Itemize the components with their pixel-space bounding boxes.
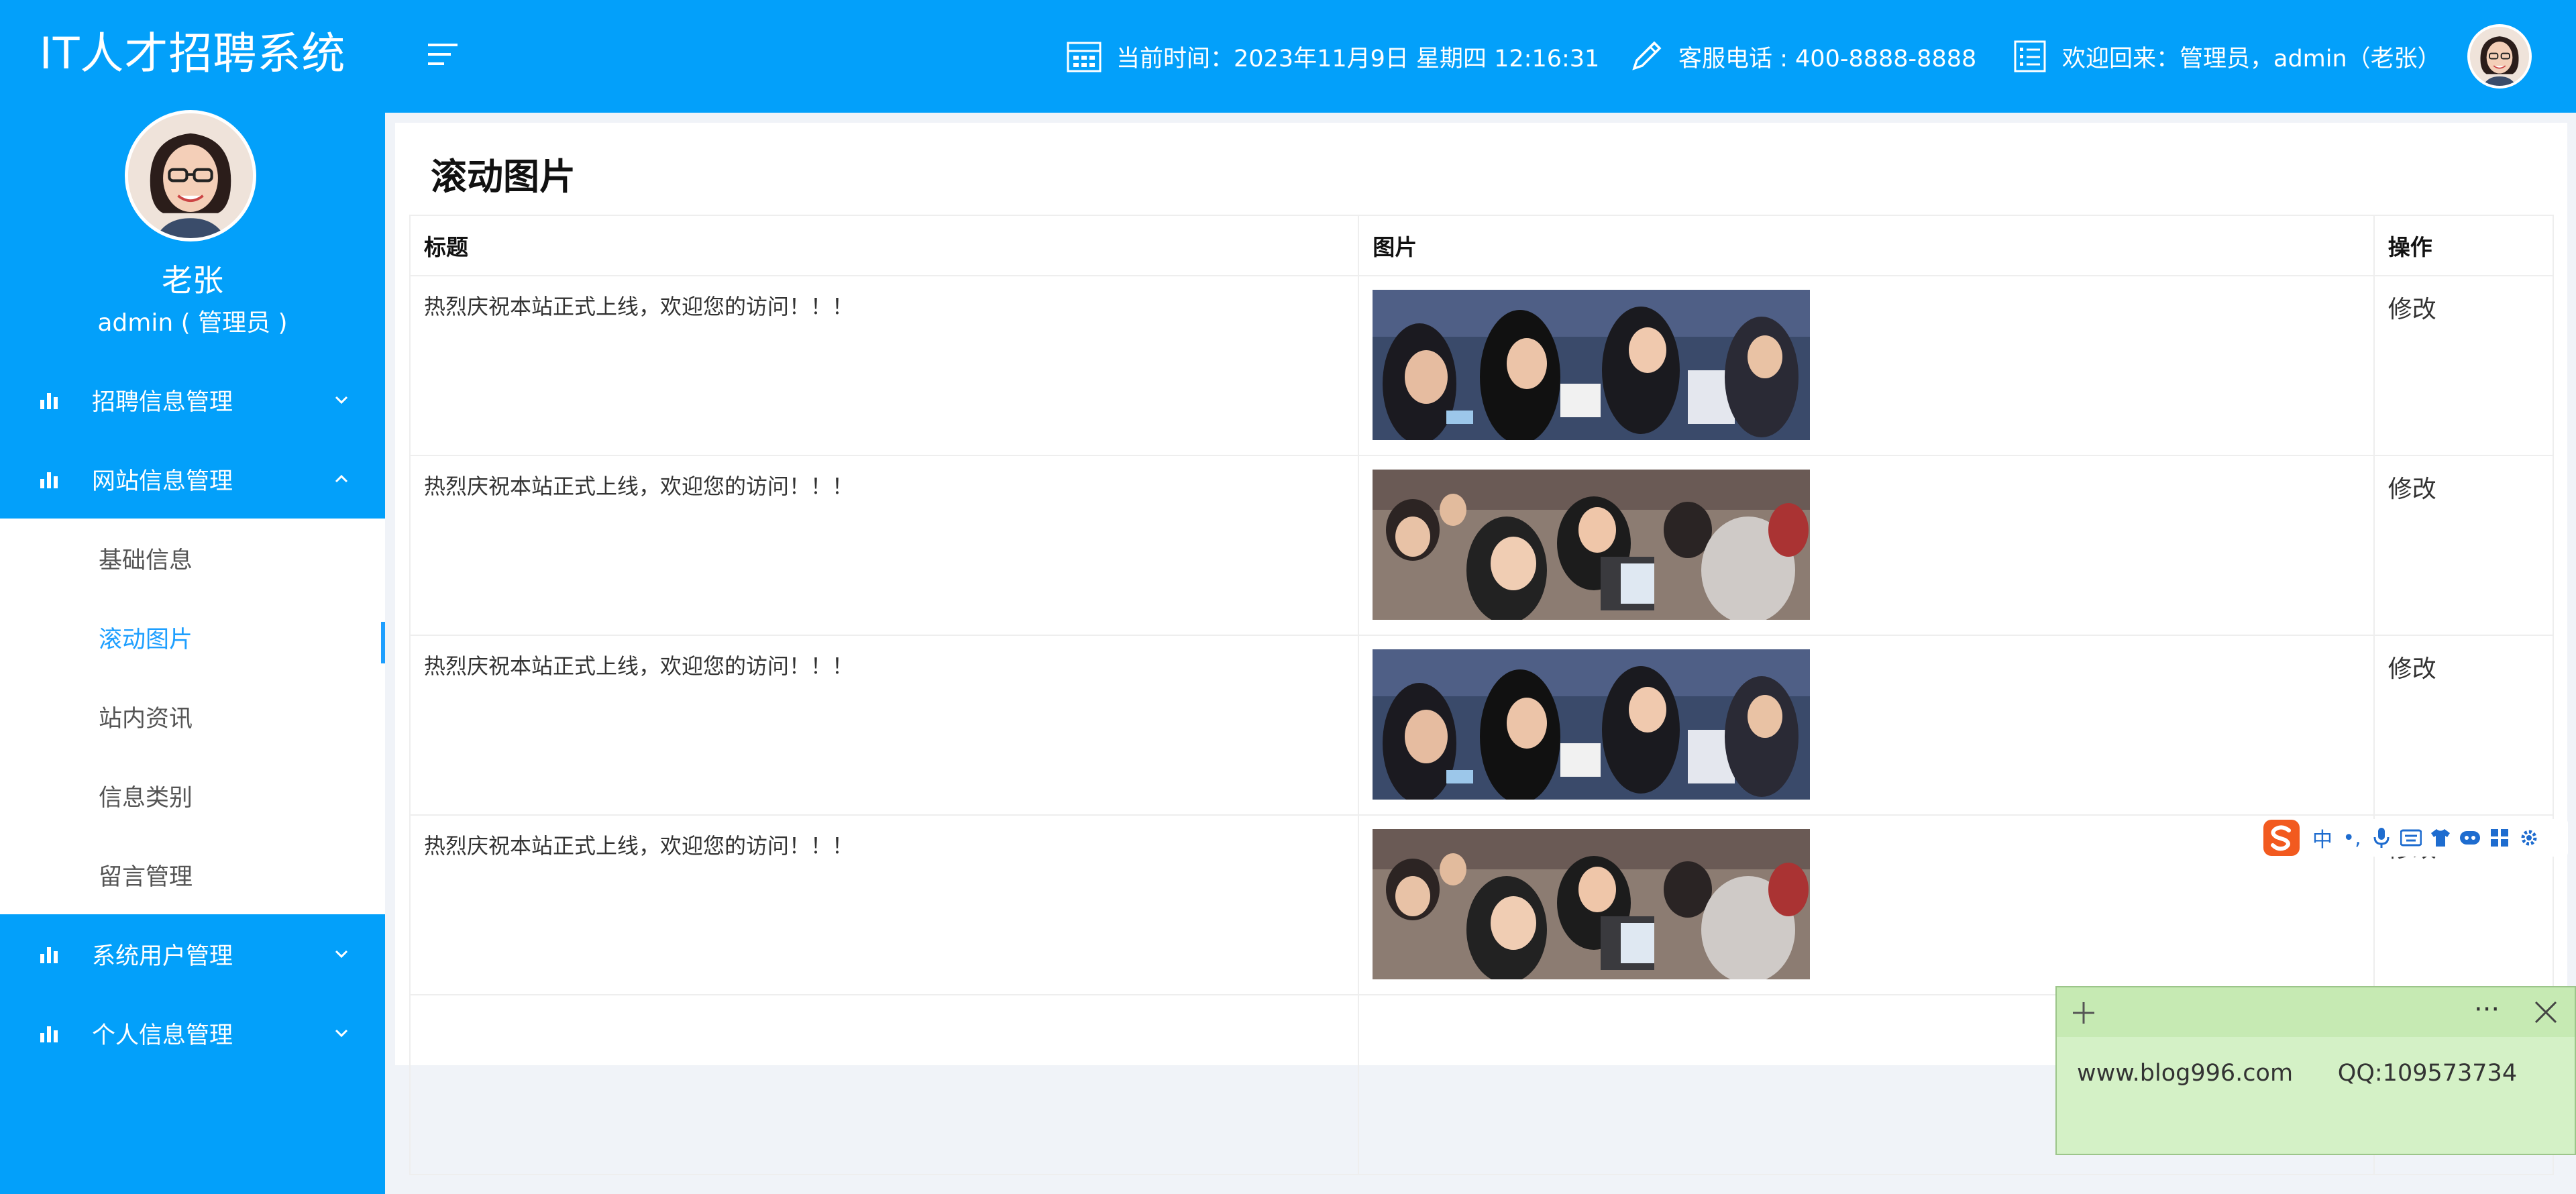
sticky-note[interactable]: ··· www.blog996.com QQ:109573734	[2055, 986, 2576, 1155]
service-phone-text: 客服电话 : 400-8888-8888	[1678, 45, 1977, 72]
sidebar-item-personal-info[interactable]: 个人信息管理	[0, 993, 385, 1073]
submenu-item-messages[interactable]: 留言管理	[0, 835, 385, 914]
carousel-image	[1373, 470, 1811, 620]
bar-chart-icon	[40, 393, 58, 409]
welcome-text: 欢迎回来：管理员，admin（老张）	[2062, 45, 2441, 72]
sidebar: IT人才招聘系统 老张 admin ( 管理员 ) 招聘信息管理 网站信息管理	[0, 0, 385, 1194]
emoji-icon[interactable]	[2455, 823, 2485, 853]
row-image-cell	[1358, 635, 2375, 816]
pencil-icon	[1632, 41, 1662, 70]
chevron-down-icon	[335, 950, 348, 959]
app-title: IT人才招聘系统	[39, 28, 346, 79]
row-action-cell: 修改	[2373, 635, 2555, 816]
chevron-down-icon	[335, 396, 348, 404]
skin-shirt-icon[interactable]	[2426, 823, 2455, 853]
submenu-item-basic-info[interactable]: 基础信息	[0, 519, 385, 598]
submenu-website: 基础信息 滚动图片 站内资讯 信息类别 留言管理	[0, 519, 385, 914]
sidebar-item-label: 招聘信息管理	[92, 388, 233, 416]
user-role: admin ( 管理员 )	[97, 309, 288, 337]
row-title: 热烈庆祝本站正式上线，欢迎您的访问！！！	[409, 455, 1360, 636]
row-title: 热烈庆祝本站正式上线，欢迎您的访问！！！	[409, 275, 1360, 456]
edit-link[interactable]: 修改	[2388, 476, 2436, 503]
ime-toolbar: 中 •,	[2262, 819, 2568, 857]
chevron-up-icon	[335, 474, 348, 483]
row-action-cell: 修改	[2373, 455, 2555, 636]
user-name: 老张	[162, 262, 223, 298]
ime-mode-toggle[interactable]: 中	[2308, 823, 2337, 853]
current-time-text: 当前时间：2023年11月9日 星期四 12:16:31	[1116, 45, 1600, 72]
column-header-title: 标题	[409, 215, 1360, 276]
sidebar-item-label: 系统用户管理	[92, 942, 233, 970]
table-row: 热烈庆祝本站正式上线，欢迎您的访问！！！ 修改	[409, 275, 2555, 456]
top-header: 当前时间：2023年11月9日 星期四 12:16:31 客服电话 : 400-…	[385, 0, 2576, 113]
more-options-icon[interactable]: ···	[2474, 994, 2500, 1025]
edit-link[interactable]: 修改	[2388, 655, 2436, 683]
submenu-item-categories[interactable]: 信息类别	[0, 756, 385, 835]
microphone-icon[interactable]	[2367, 823, 2396, 853]
bar-chart-icon	[40, 947, 58, 963]
sidebar-menu: 招聘信息管理 网站信息管理 基础信息 滚动图片 站内资讯 信息类别 留言管理 系…	[0, 360, 385, 1073]
menu-toggle-icon[interactable]	[428, 42, 459, 66]
sogou-logo-icon[interactable]	[2262, 818, 2301, 857]
carousel-image	[1373, 649, 1811, 800]
column-header-image: 图片	[1358, 215, 2375, 276]
bar-chart-icon	[40, 472, 58, 488]
carousel-image	[1373, 290, 1811, 440]
carousel-image	[1373, 829, 1811, 979]
sidebar-item-system-users[interactable]: 系统用户管理	[0, 914, 385, 993]
plus-icon[interactable]	[2070, 999, 2097, 1026]
ime-punct-toggle[interactable]: •,	[2337, 823, 2367, 853]
row-title: 热烈庆祝本站正式上线，欢迎您的访问！！！	[409, 814, 1360, 995]
service-phone: 客服电话 : 400-8888-8888	[1627, 35, 1976, 78]
sidebar-item-label: 个人信息管理	[92, 1022, 233, 1049]
user-avatar	[125, 110, 256, 241]
edit-link[interactable]: 修改	[2388, 296, 2436, 323]
chevron-down-icon	[335, 1029, 348, 1038]
sidebar-item-website[interactable]: 网站信息管理	[0, 439, 385, 519]
submenu-item-news[interactable]: 站内资讯	[0, 677, 385, 756]
column-header-action: 操作	[2373, 215, 2555, 276]
header-avatar[interactable]	[2467, 24, 2532, 89]
settings-gear-icon[interactable]	[2514, 823, 2544, 853]
row-image-cell	[1358, 275, 2375, 456]
keyboard-icon[interactable]	[2396, 823, 2426, 853]
table-header-row: 标题 图片 操作	[409, 215, 2555, 276]
close-icon[interactable]	[2533, 999, 2559, 1025]
table-row: 热烈庆祝本站正式上线，欢迎您的访问！！！ 修改	[409, 814, 2555, 995]
row-title: 热烈庆祝本站正式上线，欢迎您的访问！！！	[409, 635, 1360, 816]
toolbox-grid-icon[interactable]	[2485, 823, 2514, 853]
sticky-note-text[interactable]: www.blog996.com QQ:109573734	[2077, 1060, 2517, 1087]
sidebar-item-recruitment[interactable]: 招聘信息管理	[0, 360, 385, 439]
bar-chart-icon	[40, 1026, 58, 1042]
welcome-message: 欢迎回来：管理员，admin（老张）	[2011, 35, 2441, 78]
current-time: 当前时间：2023年11月9日 星期四 12:16:31	[1065, 35, 1599, 78]
row-action-cell: 修改	[2373, 275, 2555, 456]
content-panel: 滚动图片 标题 图片 操作 热烈庆祝本站正式上线，欢迎您的访问！！！ 修改 热烈…	[395, 123, 2567, 1175]
table-row: 热烈庆祝本站正式上线，欢迎您的访问！！！ 修改	[409, 635, 2555, 816]
row-image-cell	[1358, 814, 2375, 995]
calendar-icon	[1067, 42, 1102, 72]
table-row: 热烈庆祝本站正式上线，欢迎您的访问！！！ 修改	[409, 455, 2555, 636]
list-icon	[2014, 40, 2046, 72]
row-image-cell	[1358, 455, 2375, 636]
sidebar-item-label: 网站信息管理	[92, 468, 233, 495]
page-title: 滚动图片	[431, 156, 576, 198]
submenu-item-carousel[interactable]: 滚动图片	[0, 598, 385, 677]
